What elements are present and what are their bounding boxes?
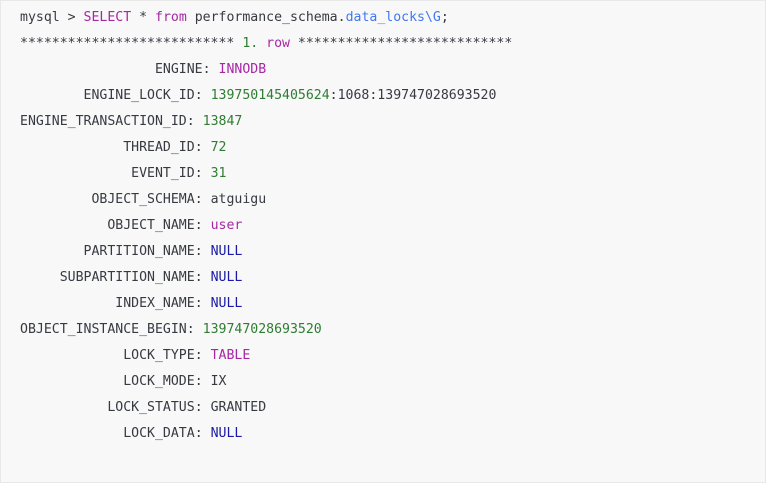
schema-name: performance_schema. — [186, 10, 346, 25]
field-name: LOCK_TYPE — [123, 348, 195, 363]
field-padding — [20, 400, 107, 415]
field-value: user — [210, 218, 243, 233]
field-separator: : — [194, 426, 211, 441]
field-separator: : — [194, 296, 211, 311]
from-keyword: from — [155, 10, 187, 25]
field-name: EVENT_ID — [131, 166, 195, 181]
field-value: NULL — [210, 426, 243, 441]
field-separator: : — [194, 374, 211, 389]
field-separator: : — [194, 270, 211, 285]
field-separator: : — [194, 218, 211, 233]
result-field-line: OBJECT_NAME: user — [20, 213, 765, 239]
field-separator: : — [194, 192, 211, 207]
result-field-line: ENGINE_LOCK_ID: 139750145405624:1068:139… — [20, 83, 765, 109]
result-field-line: ENGINE: INNODB — [20, 57, 765, 83]
field-value: TABLE — [210, 348, 251, 363]
row-header-stars-right: *************************** — [289, 36, 513, 51]
field-name: OBJECT_NAME — [107, 218, 195, 233]
result-field-line: LOCK_DATA: NULL — [20, 421, 765, 447]
field-name: ENGINE_TRANSACTION_ID — [20, 114, 187, 129]
field-value: 13847 — [202, 114, 243, 129]
field-name: OBJECT_INSTANCE_BEGIN — [20, 322, 187, 337]
field-name: ENGINE — [154, 62, 203, 77]
field-separator: : — [194, 166, 211, 181]
result-field-line: LOCK_TYPE: TABLE — [20, 343, 765, 369]
field-separator: : — [194, 140, 211, 155]
field-name: THREAD_ID — [123, 140, 195, 155]
field-padding — [20, 192, 91, 207]
field-padding — [20, 270, 60, 285]
field-padding — [20, 88, 84, 103]
field-value: 31 — [210, 166, 227, 181]
result-field-line: INDEX_NAME: NULL — [20, 291, 765, 317]
result-field-line: SUBPARTITION_NAME: NULL — [20, 265, 765, 291]
field-separator: : — [186, 322, 203, 337]
star-token: * — [131, 10, 155, 25]
result-field-line: OBJECT_SCHEMA: atguigu — [20, 187, 765, 213]
result-field-line: ENGINE_TRANSACTION_ID: 13847 — [20, 109, 765, 135]
field-padding — [20, 426, 123, 441]
field-name: LOCK_STATUS — [107, 400, 195, 415]
row-header-stars-left: *************************** — [20, 36, 243, 51]
mysql-prompt: mysql > — [20, 10, 84, 25]
field-value: 139747028693520 — [202, 322, 322, 337]
field-value: NULL — [210, 296, 243, 311]
field-separator: : — [186, 114, 203, 129]
field-value: 139750145405624 — [210, 88, 330, 103]
sql-command-line: mysql > SELECT * from performance_schema… — [20, 5, 765, 31]
field-padding — [20, 218, 107, 233]
row-number: 1. — [242, 36, 259, 51]
field-separator: : — [194, 244, 211, 259]
field-separator: : — [194, 348, 211, 363]
field-padding — [20, 166, 131, 181]
field-name: LOCK_MODE — [123, 374, 195, 389]
code-block: mysql > SELECT * from performance_schema… — [0, 0, 766, 483]
field-value: NULL — [210, 244, 243, 259]
field-value: INNODB — [218, 62, 267, 77]
row-header-space — [258, 36, 266, 51]
field-padding — [20, 374, 123, 389]
result-field-line: LOCK_STATUS: GRANTED — [20, 395, 765, 421]
field-separator: : — [202, 62, 219, 77]
field-name: PARTITION_NAME — [83, 244, 195, 259]
field-value: IX — [210, 374, 227, 389]
row-word: row — [266, 36, 290, 51]
field-padding — [20, 296, 115, 311]
select-keyword: SELECT — [83, 10, 132, 25]
result-field-line: EVENT_ID: 31 — [20, 161, 765, 187]
field-value: NULL — [210, 270, 243, 285]
table-name: data_locks\G — [345, 10, 441, 25]
result-field-line: OBJECT_INSTANCE_BEGIN: 139747028693520 — [20, 317, 765, 343]
field-separator: : — [194, 400, 211, 415]
field-value-extra: :1068:139747028693520 — [329, 88, 497, 103]
field-padding — [20, 140, 123, 155]
field-value: 72 — [210, 140, 227, 155]
field-value: atguigu — [210, 192, 267, 207]
field-name: INDEX_NAME — [115, 296, 195, 311]
field-padding — [20, 348, 123, 363]
field-padding — [20, 62, 155, 77]
result-field-line: PARTITION_NAME: NULL — [20, 239, 765, 265]
result-field-line: THREAD_ID: 72 — [20, 135, 765, 161]
row-header-line: *************************** 1. row *****… — [20, 31, 765, 57]
field-name: ENGINE_LOCK_ID — [83, 88, 195, 103]
field-separator: : — [194, 88, 211, 103]
result-field-line: LOCK_MODE: IX — [20, 369, 765, 395]
field-padding — [20, 244, 84, 259]
field-name: LOCK_DATA — [123, 426, 195, 441]
result-fields: ENGINE: INNODB ENGINE_LOCK_ID: 139750145… — [20, 57, 765, 447]
field-name: SUBPARTITION_NAME — [59, 270, 195, 285]
field-value: GRANTED — [210, 400, 267, 415]
statement-terminator: ; — [440, 10, 449, 25]
field-name: OBJECT_SCHEMA — [91, 192, 195, 207]
